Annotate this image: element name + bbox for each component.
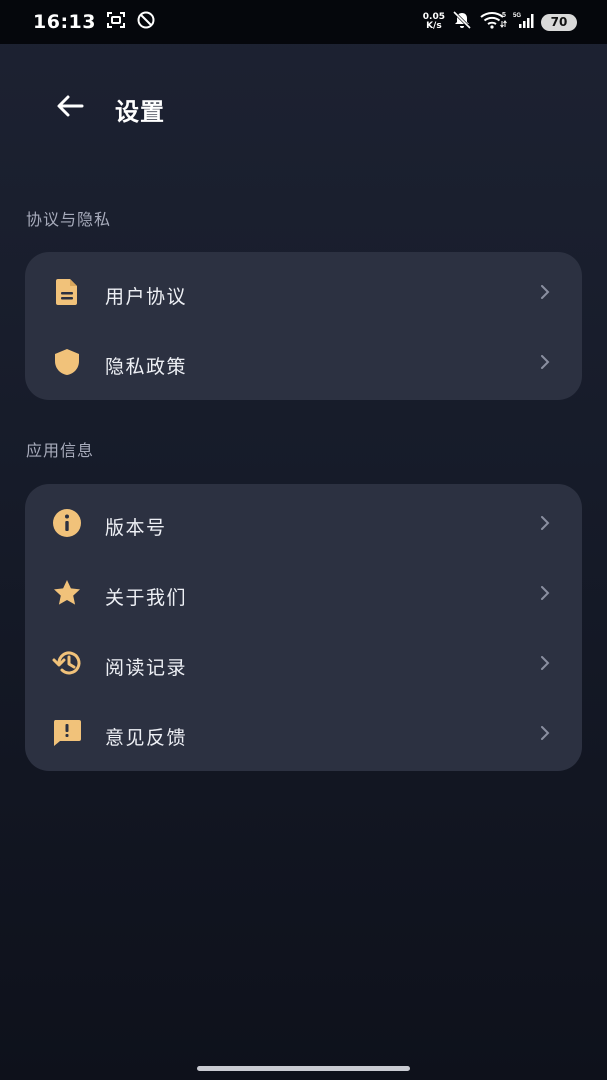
list-item-label: 用户协议 [105,286,188,308]
svg-text:5G: 5G [513,13,521,19]
section-title-app-info: 应用信息 [26,441,95,460]
info-icon [51,509,83,537]
shield-icon [51,348,83,376]
back-button[interactable] [48,86,92,130]
list-item-label: 意见反馈 [105,727,188,749]
chevron-right-icon [538,586,552,600]
mute-icon [451,10,473,34]
list-item-about-us[interactable]: 关于我们 [25,558,582,628]
chevron-right-icon [538,355,552,369]
home-indicator[interactable] [197,1066,410,1071]
list-item-label: 隐私政策 [105,356,188,378]
status-bar-left: 16:13 [33,10,156,34]
page-title: 设置 [115,98,165,126]
screen-capture-icon [106,11,126,33]
list-item-feedback[interactable]: 意见反馈 [25,698,582,768]
card-agreements: 用户协议 隐私政策 [25,252,582,400]
list-item-version[interactable]: 版本号 [25,488,582,558]
cellular-signal-icon: 5G [513,10,535,34]
chevron-right-icon [538,285,552,299]
status-time: 16:13 [33,11,96,33]
chevron-right-icon [538,726,552,740]
blocked-icon [136,10,156,34]
list-item-privacy-policy[interactable]: 隐私政策 [25,327,582,397]
chevron-right-icon [538,516,552,530]
svg-text:5: 5 [502,12,506,19]
app-header: 设置 [0,80,607,136]
network-speed: 0.05 K/s [423,13,445,31]
status-bar-right: 0.05 K/s 5 5G 70 [423,10,577,34]
status-bar: 16:13 0.05 K/s 5 5G 70 [0,0,607,44]
battery-indicator: 70 [541,13,577,31]
section-title-agreements: 协议与隐私 [26,210,112,229]
list-item-user-agreement[interactable]: 用户协议 [25,257,582,327]
feedback-icon [51,719,83,747]
chevron-right-icon [538,656,552,670]
network-speed-unit: K/s [426,21,442,31]
document-icon [51,278,83,306]
list-item-label: 版本号 [105,517,167,539]
back-arrow-icon [56,94,84,122]
star-icon [51,579,83,607]
card-app-info: 版本号 关于我们 阅读记录 意见反馈 [25,484,582,771]
list-item-reading-history[interactable]: 阅读记录 [25,628,582,698]
history-icon [51,649,83,677]
wifi-icon: 5 [479,10,507,34]
list-item-label: 阅读记录 [105,657,188,679]
list-item-label: 关于我们 [105,587,188,609]
